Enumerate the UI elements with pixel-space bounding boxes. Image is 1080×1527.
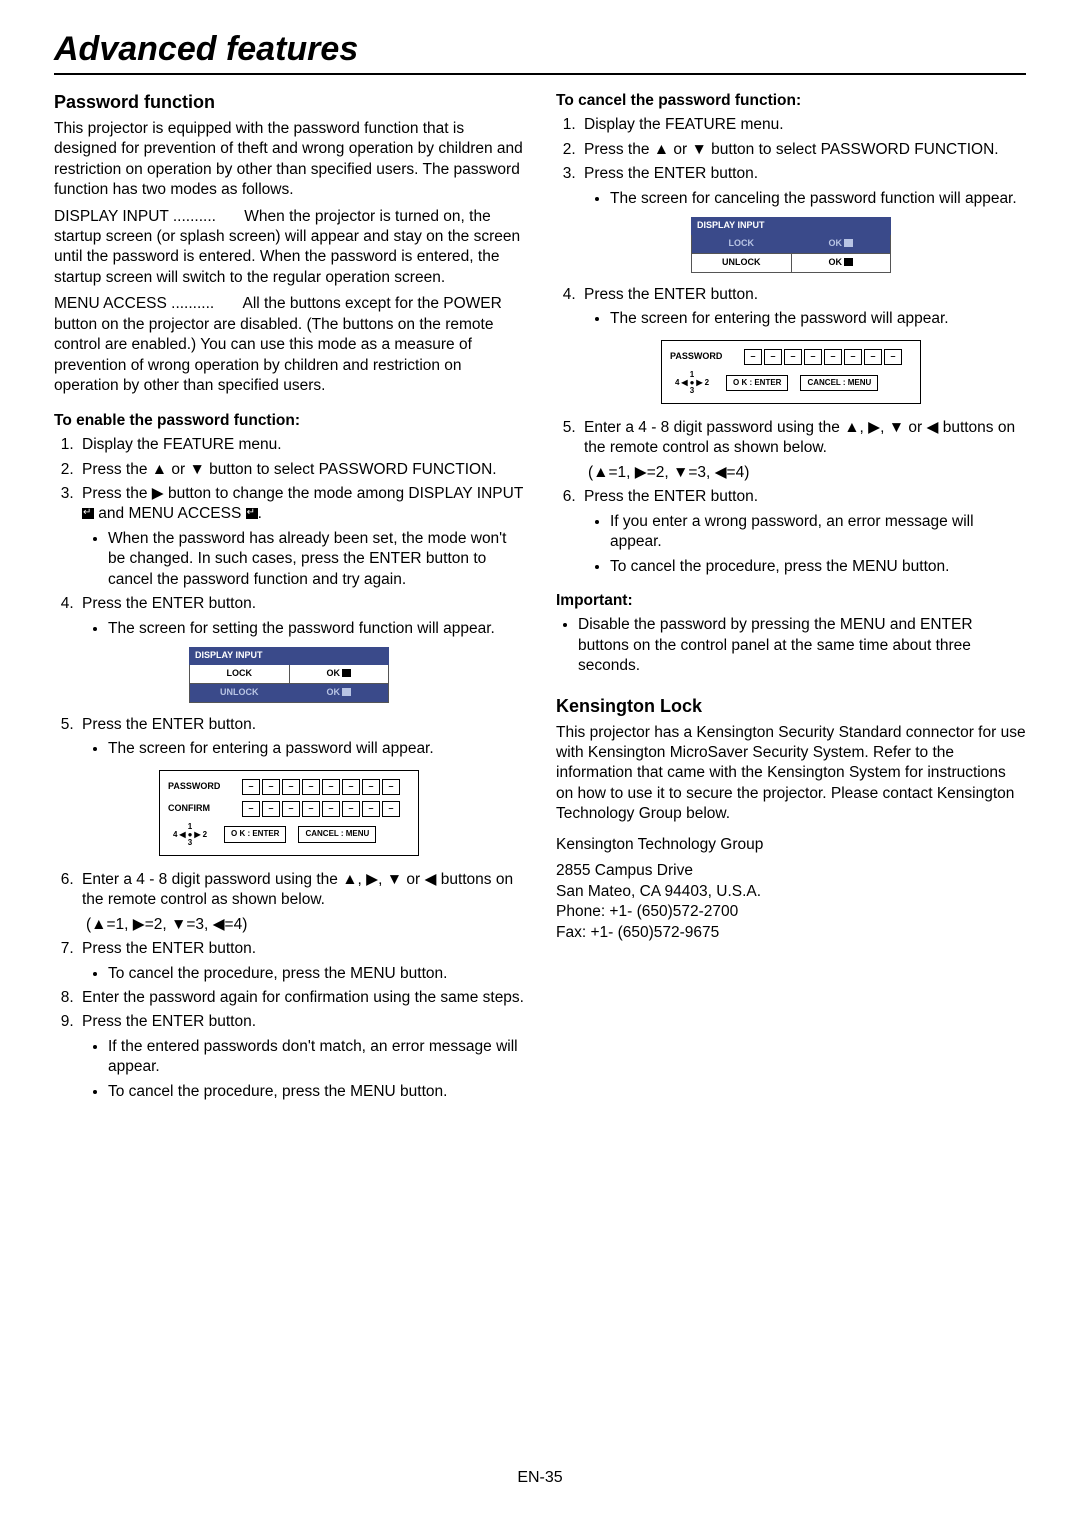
enable-step-3: Press the ▶ button to change the mode am… [78,484,524,590]
up-arrow-icon: ▲ [152,461,167,478]
osd-password-label: PASSWORD [168,781,232,793]
osd-confirm-boxes: –––––––– [242,801,400,817]
mode-display-input-label: DISPLAY INPUT .......... [54,208,216,225]
kensington-heading: Kensington Lock [556,695,1026,719]
arrow-mapping: (▲=1, ▶=2, ▼=3, ◀=4) [82,915,524,935]
right-arrow-icon: ▶ [194,831,200,839]
enable-step-7: Press the ENTER button. To cancel the pr… [78,939,524,984]
arrow-mapping: (▲=1, ▶=2, ▼=3, ◀=4) [584,463,1026,483]
right-arrow-icon: ▶ [696,379,702,387]
cancel-step-6-note-2: To cancel the procedure, press the MENU … [610,557,1026,577]
right-arrow-icon: ▶ [366,871,378,888]
enable-heading: To enable the password function: [54,411,524,431]
up-arrow-icon: ▲ [844,419,859,436]
cancel-step-3-note: The screen for canceling the password fu… [610,189,1026,209]
cancel-step-4: Press the ENTER button. The screen for e… [580,285,1026,330]
cancel-step-2: Press the ▲ or ▼ button to select PASSWO… [580,140,1026,160]
down-arrow-icon: ▼ [889,419,904,436]
page-title: Advanced features [54,30,1026,75]
cancel-step-1: Display the FEATURE menu. [580,115,1026,135]
right-arrow-icon: ▶ [152,485,164,502]
cancel-step-5: Enter a 4 - 8 digit password using the ▲… [580,418,1026,483]
pw-heading: Password function [54,91,524,115]
osd-lock-label: LOCK [692,235,792,253]
left-column: Password function This projector is equi… [54,89,524,1108]
enable-step-5: Press the ENTER button. The screen for e… [78,715,524,760]
osd-password-label: PASSWORD [670,351,734,363]
enable-step-4: Press the ENTER button. The screen for s… [78,594,524,639]
osd-unlock-ok: OK [792,254,891,272]
osd-password-boxes: –––––––– [744,349,902,365]
enable-step-5-note: The screen for entering a password will … [108,739,524,759]
osd-unlock-label: UNLOCK [692,254,792,272]
cancel-step-3: Press the ENTER button. The screen for c… [580,164,1026,209]
osd-ok-enter-button: O K : ENTER [726,375,788,392]
enter-icon [82,508,94,519]
left-arrow-icon: ◀ [926,419,938,436]
enable-step-6: Enter a 4 - 8 digit password using the ▲… [78,870,524,935]
cancel-step-6: Press the ENTER button. If you enter a w… [580,487,1026,577]
enter-icon [844,258,853,266]
enable-step-9-note-1: If the entered passwords don't match, an… [108,1037,524,1078]
osd-password-boxes: –––––––– [242,779,400,795]
osd-password-only: PASSWORD –––––––– 1 4◀●▶2 3 O K : ENTER … [661,340,921,404]
down-arrow-icon: ▼ [692,141,707,158]
mode-menu-access-label: MENU ACCESS .......... [54,295,214,312]
enable-step-8: Enter the password again for confirmatio… [78,988,524,1008]
enable-step-9: Press the ENTER button. If the entered p… [78,1012,524,1102]
left-arrow-icon: ◀ [424,871,436,888]
enter-icon [844,239,853,247]
kensington-fax: Fax: +1- (650)572-9675 [556,923,1026,943]
down-arrow-icon: ▼ [387,871,402,888]
osd-lock-ok: OK [290,665,389,683]
up-arrow-icon: ▲ [654,141,669,158]
enable-step-2: Press the ▲ or ▼ button to select PASSWO… [78,460,524,480]
osd-header: DISPLAY INPUT [691,217,891,235]
important-heading: Important: [556,591,1026,611]
important-note: Disable the password by pressing the MEN… [578,615,1026,676]
enable-step-7-note: To cancel the procedure, press the MENU … [108,964,524,984]
cancel-heading: To cancel the password function: [556,91,1026,111]
kensington-phone: Phone: +1- (650)572-2700 [556,902,1026,922]
enter-icon [342,669,351,677]
enable-step-4-note: The screen for setting the password func… [108,619,524,639]
kensington-addr-2: 2855 Campus Drive [556,861,1026,881]
kensington-body: This projector has a Kensington Security… [556,723,1026,825]
page-number: EN-35 [0,1469,1080,1487]
osd-unlock-ok: OK [290,684,389,702]
osd-confirm-label: CONFIRM [168,803,232,815]
kensington-addr-1: Kensington Technology Group [556,835,1026,855]
osd-header: DISPLAY INPUT [189,647,389,665]
osd-lock-ok: OK [792,235,891,253]
kensington-addr-3: San Mateo, CA 94403, U.S.A. [556,882,1026,902]
osd-cancel-menu-button: CANCEL : MENU [800,375,878,392]
osd-display-input-lock: DISPLAY INPUT LOCK OK UNLOCK OK [189,647,389,703]
enter-icon [246,508,258,519]
right-column: To cancel the password function: Display… [556,89,1026,1108]
left-arrow-icon: ◀ [681,379,687,387]
enter-icon [342,688,351,696]
enable-step-9-note-2: To cancel the procedure, press the MENU … [108,1082,524,1102]
enable-step-1: Display the FEATURE menu. [78,435,524,455]
cancel-step-4-note: The screen for entering the password wil… [610,309,1026,329]
osd-display-input-unlock: DISPLAY INPUT LOCK OK UNLOCK OK [691,217,891,273]
osd-lock-label: LOCK [190,665,290,683]
osd-ok-enter-button: O K : ENTER [224,826,286,843]
down-arrow-icon: ▼ [190,461,205,478]
enable-step-3-note: When the password has already been set, … [108,529,524,590]
osd-dpad: 1 4◀●▶2 3 [670,371,714,395]
osd-password-confirm: PASSWORD –––––––– CONFIRM –––––––– 1 4◀●… [159,770,419,856]
pw-intro: This projector is equipped with the pass… [54,119,524,201]
right-arrow-icon: ▶ [868,419,880,436]
osd-dpad: 1 4◀●▶2 3 [168,823,212,847]
cancel-step-6-note-1: If you enter a wrong password, an error … [610,512,1026,553]
up-arrow-icon: ▲ [342,871,357,888]
left-arrow-icon: ◀ [179,831,185,839]
osd-unlock-label: UNLOCK [190,684,290,702]
osd-cancel-menu-button: CANCEL : MENU [298,826,376,843]
